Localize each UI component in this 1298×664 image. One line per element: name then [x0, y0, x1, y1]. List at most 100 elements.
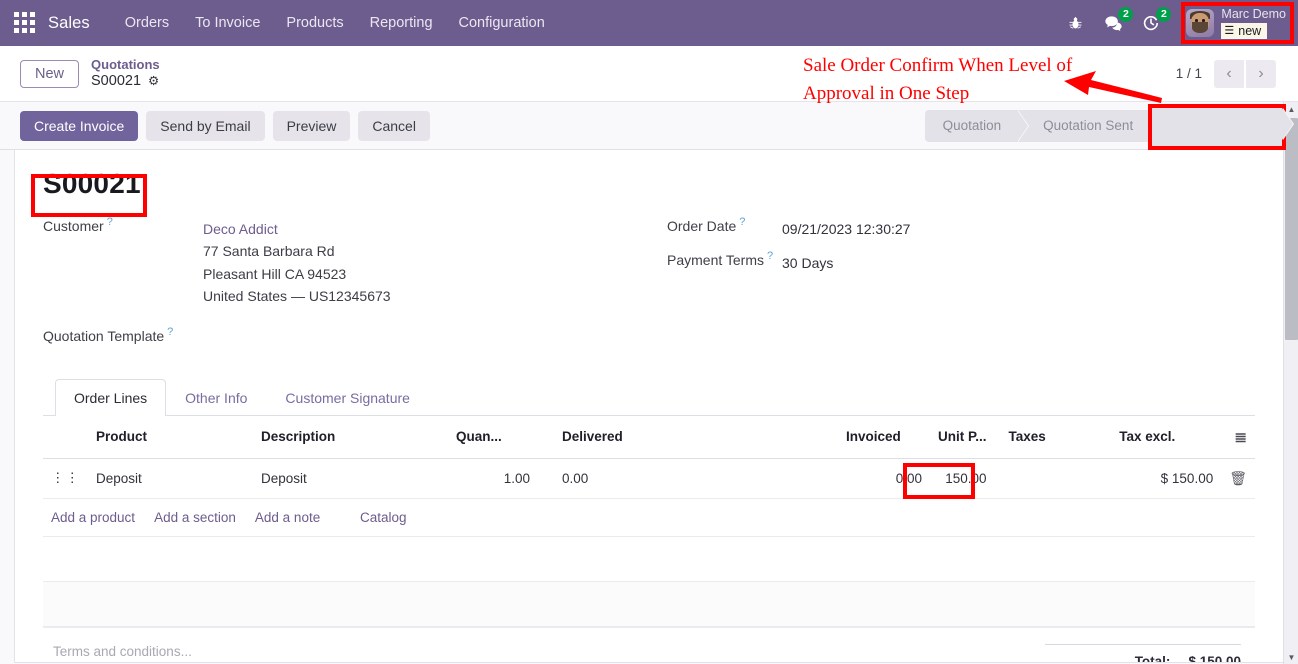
col-delivered[interactable]: Delivered: [538, 415, 838, 459]
cell-invoiced[interactable]: 0.00: [838, 458, 930, 499]
breadcrumb-current-label: S00021: [91, 72, 142, 89]
activities-icon[interactable]: 2: [1141, 7, 1172, 33]
help-icon[interactable]: ?: [767, 251, 773, 262]
cell-delivered[interactable]: 0.00: [538, 458, 838, 499]
form-action-bar: Create Invoice Send by Email Preview Can…: [0, 102, 1298, 150]
customer-address-line-3: United States — US12345673: [203, 288, 391, 305]
customer-link[interactable]: Deco Addict: [203, 218, 391, 240]
new-button[interactable]: New: [20, 59, 80, 88]
cell-description[interactable]: Deposit: [253, 458, 448, 499]
breadcrumb-parent-quotations[interactable]: Quotations: [91, 57, 160, 73]
col-handle: [43, 415, 88, 459]
pager-count: 1 / 1: [1175, 66, 1202, 81]
user-name: Marc Demo: [1221, 7, 1286, 21]
col-taxes[interactable]: Taxes: [994, 415, 1112, 459]
messages-badge: 2: [1118, 7, 1134, 22]
form-column-left: Customer ? Deco Addict 77 Santa Barbara …: [43, 216, 649, 354]
form-view: Create Invoice Send by Email Preview Can…: [0, 102, 1298, 664]
send-by-email-button[interactable]: Send by Email: [146, 110, 265, 141]
drag-handle-icon[interactable]: ⋮⋮: [43, 458, 88, 499]
breadcrumb-current: S00021 ⚙: [91, 73, 160, 91]
field-quotation-template-label: Quotation Template ?: [43, 325, 174, 344]
add-a-note-link[interactable]: Add a note: [255, 510, 320, 525]
gear-icon[interactable]: ⚙: [148, 74, 159, 89]
help-icon[interactable]: ?: [739, 217, 745, 228]
tab-customer-signature[interactable]: Customer Signature: [266, 379, 429, 416]
col-tax-excl[interactable]: Tax excl.: [1111, 415, 1222, 459]
notebook: Order Lines Other Info Customer Signatur…: [43, 378, 1255, 662]
create-invoice-button[interactable]: Create Invoice: [20, 110, 139, 141]
scrollbar-thumb[interactable]: [1285, 118, 1298, 340]
avatar: [1186, 9, 1215, 37]
help-icon[interactable]: ?: [107, 217, 113, 228]
form-columns: Customer ? Deco Addict 77 Santa Barbara …: [43, 216, 1255, 354]
control-panel: New Quotations S00021 ⚙ 1 / 1 ‹ ›: [0, 46, 1298, 102]
cell-product[interactable]: Deposit: [88, 458, 253, 499]
stage-quotation[interactable]: Quotation: [924, 109, 1029, 142]
messages-icon[interactable]: 2: [1103, 7, 1134, 33]
table-row[interactable]: ⋮⋮ Deposit Deposit 1.00 0.00 0.00 150.00…: [43, 458, 1255, 499]
scroll-up-icon[interactable]: ▲: [1284, 102, 1298, 116]
menu-item-to-invoice[interactable]: To Invoice: [182, 11, 273, 35]
catalog-link[interactable]: Catalog: [360, 510, 407, 525]
cancel-button[interactable]: Cancel: [358, 110, 430, 141]
user-sub-badge[interactable]: ☰ new: [1221, 23, 1268, 39]
breadcrumb: Quotations S00021 ⚙: [91, 57, 160, 91]
col-product[interactable]: Product: [88, 415, 253, 459]
cell-tax-excl: $ 150.00: [1111, 458, 1222, 499]
menu-item-configuration[interactable]: Configuration: [446, 11, 558, 35]
menu-item-reporting[interactable]: Reporting: [357, 11, 446, 35]
add-a-section-link[interactable]: Add a section: [154, 510, 236, 525]
order-lines-table: Product Description Quan... Delivered In…: [43, 415, 1255, 627]
cell-taxes[interactable]: [994, 458, 1112, 499]
user-menu[interactable]: Marc Demo ☰ new: [1182, 5, 1292, 41]
field-order-date-value[interactable]: 09/21/2023 12:30:27: [782, 218, 910, 240]
column-options-icon[interactable]: ≣: [1221, 415, 1255, 459]
status-bar: Quotation Quotation Sent Sales Order: [924, 109, 1278, 142]
scroll-down-icon[interactable]: ▼: [1284, 650, 1298, 664]
field-payment-terms-value[interactable]: 30 Days: [782, 252, 833, 274]
top-navbar: Sales Orders To Invoice Products Reporti…: [0, 0, 1298, 46]
menu-item-products[interactable]: Products: [273, 11, 356, 35]
field-payment-terms-label: Payment Terms ?: [667, 250, 774, 269]
user-sub-label: new: [1238, 24, 1262, 38]
field-quotation-template: Quotation Template ?: [43, 325, 649, 344]
col-description[interactable]: Description: [253, 415, 448, 459]
col-quantity[interactable]: Quan...: [448, 415, 538, 459]
add-a-product-link[interactable]: Add a product: [51, 510, 135, 525]
stage-sales-order[interactable]: Sales Order: [1159, 109, 1278, 142]
cell-quantity[interactable]: 1.00: [448, 458, 538, 499]
empty-row: [43, 536, 1255, 582]
terms-and-conditions-input[interactable]: Terms and conditions...: [53, 644, 192, 659]
field-customer-value[interactable]: Deco Addict 77 Santa Barbara Rd Pleasant…: [203, 218, 391, 308]
pager-next-button[interactable]: ›: [1246, 59, 1276, 88]
empty-row: [43, 581, 1255, 627]
field-customer-label: Customer ?: [43, 216, 113, 235]
page-title: S00021: [43, 168, 141, 199]
notebook-footer: Terms and conditions... Total: $ 150.00: [43, 626, 1255, 662]
add-line-row: Add a product Add a section Add a note C…: [43, 498, 1255, 537]
app-brand-sales[interactable]: Sales: [48, 14, 90, 33]
preview-button[interactable]: Preview: [272, 110, 351, 141]
field-payment-terms: Payment Terms ? 30 Days: [667, 250, 1255, 274]
field-order-date-label: Order Date ?: [667, 216, 746, 235]
table-header-row: Product Description Quan... Delivered In…: [43, 415, 1255, 459]
menu-item-orders[interactable]: Orders: [112, 11, 182, 35]
col-invoiced[interactable]: Invoiced: [838, 415, 930, 459]
apps-grid-icon[interactable]: [14, 12, 36, 34]
help-icon[interactable]: ?: [167, 326, 173, 338]
customer-address-line-2: Pleasant Hill CA 94523: [203, 265, 347, 282]
record-sheet: S00021 Customer ? Deco Addict 77 Santa B…: [14, 150, 1284, 663]
vertical-scrollbar[interactable]: ▲ ▼: [1283, 102, 1298, 664]
tab-order-lines[interactable]: Order Lines: [55, 378, 167, 416]
tab-other-info[interactable]: Other Info: [166, 379, 266, 416]
cell-unit-price[interactable]: 150.00: [930, 458, 995, 499]
list-icon: ☰: [1224, 24, 1235, 37]
row-delete-button[interactable]: 🗑: [1221, 458, 1255, 499]
field-order-date: Order Date ? 09/21/2023 12:30:27: [667, 216, 1255, 240]
pager-previous-button[interactable]: ‹: [1214, 59, 1244, 88]
bug-icon[interactable]: [1065, 13, 1085, 33]
col-unit-price[interactable]: Unit P...: [930, 415, 995, 459]
total-row: Total: $ 150.00: [1045, 643, 1241, 662]
stage-quotation-sent[interactable]: Quotation Sent: [1017, 109, 1162, 142]
